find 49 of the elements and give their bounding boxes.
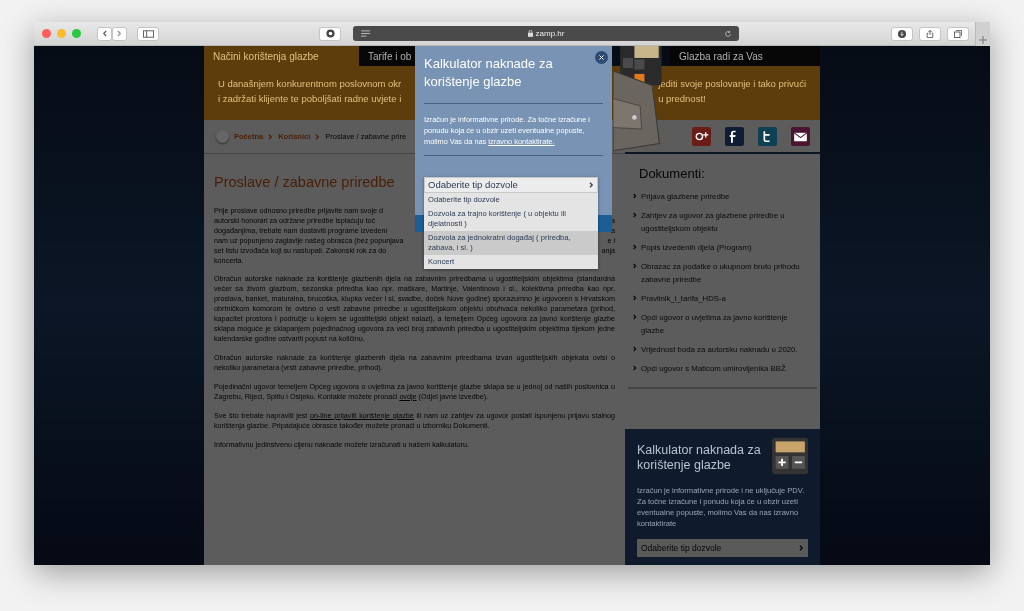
reader-icon [361, 30, 370, 37]
close-icon [599, 55, 604, 60]
calculator-icon [771, 437, 808, 475]
extension-button[interactable] [319, 26, 341, 41]
mail-icon[interactable] [791, 126, 810, 146]
address-bar[interactable]: zamp.hr [353, 26, 739, 41]
permit-type-select[interactable]: Odaberite tip dozvole [424, 177, 598, 193]
chevron-icon [268, 133, 274, 140]
banner-text: i zadržati klijente te poboljšati radne uvjete i [218, 92, 402, 106]
article-title: Proslave / zabavne priredbe [214, 173, 395, 192]
plus-icon [979, 35, 987, 44]
chevron-icon [633, 211, 637, 218]
banner-text: u prednost! [658, 92, 707, 106]
url-text: zamp.hr [535, 27, 565, 40]
chevron-icon [117, 30, 122, 37]
chevron-icon [633, 364, 637, 371]
lock-icon [527, 30, 533, 37]
reload-icon[interactable] [724, 29, 732, 38]
nav-tab[interactable]: Glazba radi za Vas [670, 46, 820, 66]
modal-title: Kalkulator naknade za korištenje glazbe [424, 55, 554, 91]
back-icon [102, 30, 107, 37]
sidebar-icon [142, 29, 154, 38]
documents-heading: Dokumenti: [639, 165, 705, 183]
extension-icon [325, 29, 335, 38]
chevron-icon [633, 192, 637, 199]
calculator-widget-select[interactable]: Odaberite tip dozvole [637, 539, 808, 557]
close-button[interactable] [595, 51, 608, 64]
calculator-widget-title: Kalkulator naknada za korištenje glazbe [637, 443, 762, 474]
chevron-icon [633, 294, 637, 301]
chevron-icon [633, 345, 637, 352]
chevron-icon [799, 545, 804, 551]
banner-text: U današnjem konkurentnom poslovnom okr [218, 77, 402, 91]
downloads-button[interactable] [891, 26, 913, 41]
chevron-icon [633, 262, 637, 269]
google-plus-icon[interactable] [692, 126, 711, 146]
chevron-icon [315, 133, 321, 140]
tabs-button[interactable] [947, 26, 969, 41]
sidebar-button[interactable] [137, 26, 159, 41]
chevron-icon [589, 182, 594, 188]
download-icon [898, 29, 906, 38]
tabs-icon [954, 29, 962, 38]
chevron-icon [633, 243, 637, 250]
chevron-icon [633, 313, 637, 320]
nav-tab[interactable]: Načini korištenja glazbe [204, 46, 359, 66]
back-button[interactable] [97, 26, 112, 41]
facebook-icon[interactable] [725, 126, 744, 146]
share-button[interactable] [919, 26, 941, 41]
twitter-icon[interactable] [758, 126, 777, 146]
share-icon [926, 29, 934, 38]
